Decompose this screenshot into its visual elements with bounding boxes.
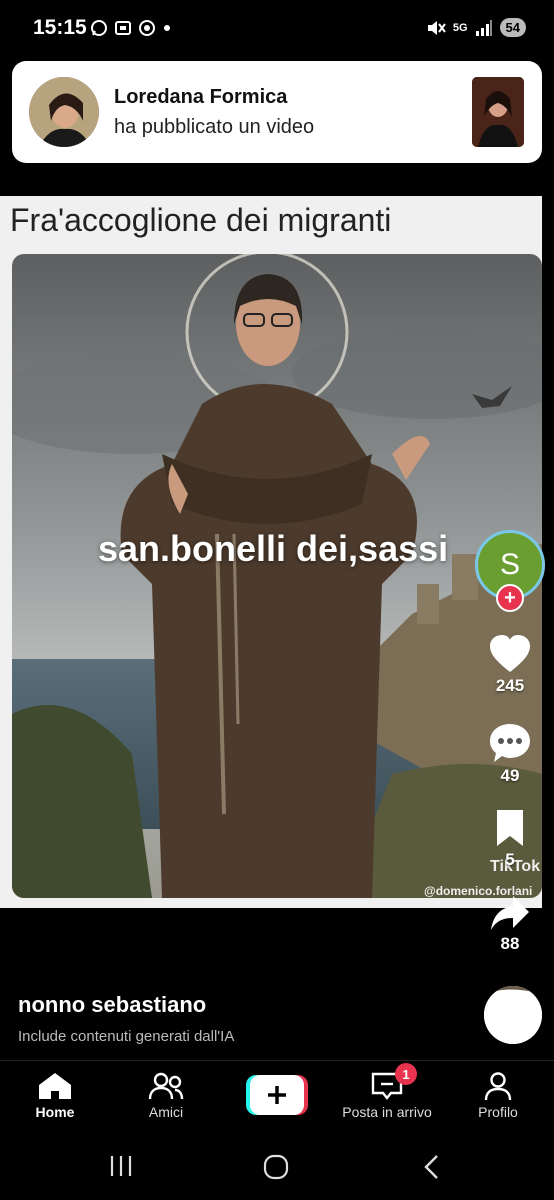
tab-profile[interactable]: Profilo — [448, 1071, 548, 1120]
notification-avatar — [29, 77, 99, 147]
music-disc[interactable] — [484, 986, 542, 1044]
status-system-icons: 5G 54 — [426, 18, 526, 37]
dot-icon — [164, 25, 170, 31]
create-icon — [246, 1075, 308, 1115]
tab-home[interactable]: Home — [5, 1071, 105, 1120]
share-button[interactable]: 88 — [482, 894, 538, 954]
inbox-badge: 1 — [395, 1063, 417, 1085]
share-icon — [491, 896, 529, 930]
create-button[interactable] — [246, 1075, 308, 1115]
like-button[interactable]: 245 — [482, 634, 538, 696]
ai-content-label[interactable]: Include contenuti generati dall'IA — [18, 1028, 234, 1045]
screenshot-icon — [115, 21, 131, 35]
recents-icon[interactable] — [108, 1154, 134, 1178]
tab-label: Profilo — [478, 1104, 518, 1120]
tab-label: Posta in arrivo — [342, 1104, 432, 1120]
profile-icon — [484, 1072, 512, 1101]
tab-friends[interactable]: Amici — [116, 1071, 216, 1120]
mute-icon — [427, 20, 446, 35]
save-button[interactable]: 5 — [482, 808, 538, 870]
like-count: 245 — [495, 676, 525, 695]
post-author[interactable]: nonno sebastiano — [18, 992, 206, 1018]
status-time: 15:15 — [33, 16, 87, 39]
status-bar: 15:15 5G 54 — [0, 0, 554, 58]
bottom-tab-bar: Home Amici Posta in arrivo 1 Profilo — [0, 1060, 554, 1134]
home-icon — [39, 1073, 71, 1099]
friends-icon — [148, 1072, 184, 1100]
home-circle-icon[interactable] — [263, 1154, 289, 1180]
video-overlay-text: san.bonelli dei,sassi — [98, 528, 449, 569]
system-navigation-bar — [0, 1134, 554, 1200]
comment-icon — [490, 724, 530, 762]
notification-subtitle: ha pubblicato un video — [114, 116, 315, 138]
notification-title: Loredana Formica — [114, 86, 288, 108]
signal-icon — [475, 19, 492, 36]
tab-label: Home — [35, 1104, 75, 1120]
comment-button[interactable]: 49 — [482, 722, 538, 786]
video-image — [12, 254, 542, 898]
tab-label: Amici — [148, 1104, 184, 1120]
chrome-icon — [139, 20, 155, 36]
battery-indicator: 54 — [499, 18, 526, 37]
share-count: 88 — [500, 934, 520, 953]
status-notification-icons — [90, 19, 172, 37]
creator-initial: S — [499, 548, 520, 581]
save-count: 5 — [505, 850, 515, 869]
back-icon[interactable] — [422, 1154, 442, 1180]
follow-button[interactable]: + — [496, 584, 524, 612]
tab-inbox[interactable]: Posta in arrivo — [337, 1071, 437, 1120]
notification-video-thumbnail — [472, 77, 524, 147]
heart-icon — [490, 635, 530, 672]
notification-banner[interactable]: Loredana Formica ha pubblicato un video — [12, 61, 542, 163]
video-caption: Fra'accoglione dei migranti — [10, 202, 392, 238]
network-type: 5G — [452, 21, 468, 34]
bookmark-icon — [497, 810, 523, 846]
whatsapp-icon — [91, 20, 107, 36]
comment-count: 49 — [500, 766, 520, 785]
